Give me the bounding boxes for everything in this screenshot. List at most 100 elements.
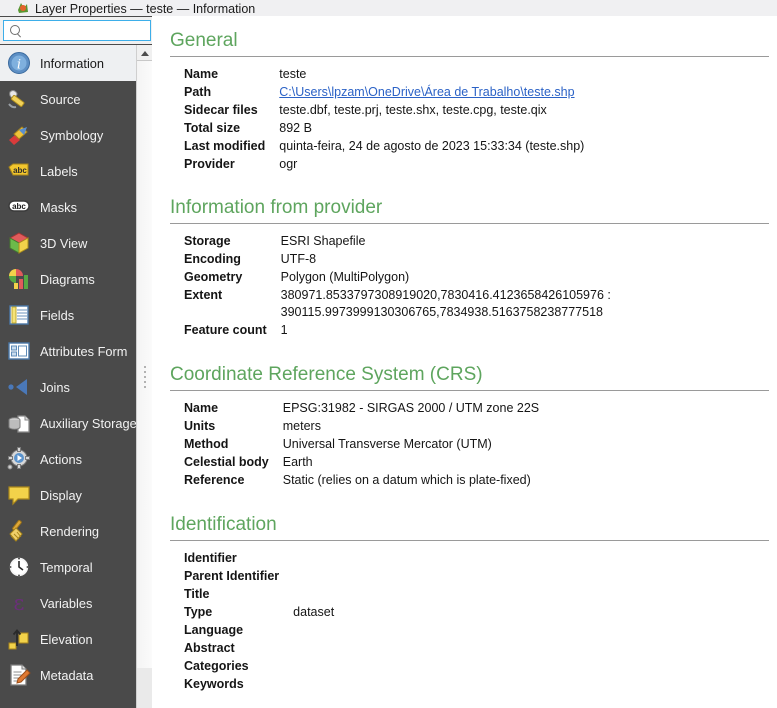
info-row: Name teste (184, 66, 584, 84)
sidebar-item-label: Rendering (40, 523, 100, 539)
sidebar-item-labels[interactable]: abc Labels (0, 153, 136, 189)
info-value: meters (282, 419, 321, 433)
sidebar-item-label: Variables (40, 595, 93, 611)
sidebar-item-symbology[interactable]: Symbology (0, 117, 136, 153)
information-content: General Name teste Path C:\Users\lpzam\OneD… (156, 16, 777, 692)
sidebar-item-label: Labels (40, 163, 78, 179)
sidebar-item-rendering[interactable]: Rendering (0, 513, 136, 549)
window-titlebar: Layer Properties — teste — Information (0, 0, 777, 16)
search-input[interactable] (22, 22, 142, 39)
joins-arrow-icon (6, 374, 32, 400)
info-value (293, 676, 334, 692)
sidebar-item-label: Source (40, 91, 81, 107)
variables-epsilon-icon: ε (6, 590, 32, 616)
svg-text:i: i (17, 58, 21, 73)
info-value (293, 550, 334, 568)
info-row: Feature count 1 (184, 322, 611, 340)
info-value: ESRI Shapefile (280, 234, 366, 248)
info-key: Provider (184, 157, 235, 171)
sidebar-item-information[interactable]: i Information (0, 45, 136, 81)
info-value: 380971.8533797308919020,7830416.41236584… (280, 288, 611, 319)
crs-table: Name EPSG:31982 - SIRGAS 2000 / UTM zone … (184, 400, 539, 490)
sidebar-item-metadata[interactable]: Metadata (0, 657, 136, 693)
info-row: Method Universal Transverse Mercator (UTM… (184, 436, 539, 454)
source-wrench-icon (6, 86, 32, 112)
info-value: quinta-feira, 24 de agosto de 2023 15:33… (279, 139, 585, 153)
scrollbar-bottom[interactable] (137, 668, 152, 708)
sidebar-scrollbar[interactable] (136, 45, 152, 708)
masks-abc-icon: abc (6, 194, 32, 220)
info-key: Path (184, 85, 212, 99)
info-key: Feature count (184, 323, 267, 337)
attributes-form-icon (6, 338, 32, 364)
fields-table-icon (6, 302, 32, 328)
temporal-clock-icon (6, 554, 32, 580)
info-key: Abstract (184, 641, 235, 655)
info-key: Reference (184, 473, 245, 487)
info-value: ogr (279, 157, 298, 171)
info-row: Parent Identifier (184, 568, 334, 586)
info-row: Title (184, 586, 334, 604)
info-row: Path C:\Users\lpzam\OneDrive\Área de Trab… (184, 84, 584, 102)
info-key: Extent (184, 288, 223, 302)
sidebar-item-source[interactable]: Source (0, 81, 136, 117)
info-key: Storage (184, 234, 231, 248)
splitter-grip[interactable] (142, 363, 147, 389)
info-key: Title (184, 587, 210, 601)
info-value: 892 B (279, 121, 312, 135)
section-general: General Name teste Path C:\Users\lpzam\OneD… (156, 16, 777, 174)
info-value (293, 568, 334, 586)
search-box[interactable] (3, 20, 151, 41)
section-provider: Information from provider Storage ESRI Sh… (156, 174, 777, 340)
info-key: Geometry (184, 270, 243, 284)
sidebar-item-joins[interactable]: Joins (0, 369, 136, 405)
info-value (293, 658, 334, 676)
info-row: Units meters (184, 418, 539, 436)
sidebar-item-actions[interactable]: Actions (0, 441, 136, 477)
sidebar-item-label: Masks (40, 199, 77, 215)
info-value: UTF-8 (280, 252, 317, 266)
info-row: Identifier (184, 550, 334, 568)
section-rule (170, 540, 769, 541)
info-row: Storage ESRI Shapefile (184, 233, 611, 251)
info-key: Categories (184, 659, 249, 673)
sidebar-item-fields[interactable]: Fields (0, 297, 136, 333)
info-value: EPSG:31982 - SIRGAS 2000 / UTM zone 22S (282, 401, 540, 415)
info-key: Name (184, 67, 219, 81)
sidebar-item-masks[interactable]: abc Masks (0, 189, 136, 225)
sidebar-item-variables[interactable]: ε Variables (0, 585, 136, 621)
info-key: Celestial body (184, 455, 269, 469)
info-key: Identifier (184, 551, 237, 565)
metadata-pencil-icon (6, 662, 32, 688)
sidebar-item-attributes-form[interactable]: Attributes Form (0, 333, 136, 369)
info-row: Geometry Polygon (MultiPolygon) (184, 269, 611, 287)
info-row: Last modified quinta-feira, 24 de agosto … (184, 138, 584, 156)
sidebar-item-3d-view[interactable]: 3D View (0, 225, 136, 261)
sidebar-item-label: Diagrams (40, 271, 95, 287)
info-value: Earth (282, 455, 313, 469)
symbology-brush-icon (6, 122, 32, 148)
elevation-arrow-icon (6, 626, 32, 652)
sidebar-item-auxiliary-storage[interactable]: Auxiliary Storage (0, 405, 136, 441)
info-row: Categories (184, 658, 334, 676)
section-heading: General (170, 30, 238, 51)
info-key: Type (184, 605, 213, 619)
sidebar-item-temporal[interactable]: Temporal (0, 549, 136, 585)
sidebar-item-label: Attributes Form (40, 343, 128, 359)
sidebar-nav[interactable]: i Information Source Symbology abc Labels … (0, 45, 136, 708)
sidebar-item-diagrams[interactable]: Diagrams (0, 261, 136, 297)
layer-path-link[interactable]: C:\Users\lpzam\OneDrive\Área de Trabalho… (279, 85, 574, 99)
sidebar-item-display[interactable]: Display (0, 477, 136, 513)
info-key: Method (184, 437, 229, 451)
3d-cube-icon (6, 230, 32, 256)
diagrams-chart-icon (6, 266, 32, 292)
info-row: Celestial body Earth (184, 454, 539, 472)
section-crs: Coordinate Reference System (CRS) Name EP… (156, 340, 777, 490)
info-value[interactable]: C:\Users\lpzam\OneDrive\Área de Trabalho… (279, 84, 584, 102)
sidebar-item-elevation[interactable]: Elevation (0, 621, 136, 657)
info-key: Name (184, 401, 219, 415)
scroll-up-arrow-icon[interactable] (137, 45, 152, 61)
info-value: Universal Transverse Mercator (UTM) (282, 437, 492, 451)
section-heading: Identification (170, 514, 277, 535)
rendering-broom-icon (6, 518, 32, 544)
